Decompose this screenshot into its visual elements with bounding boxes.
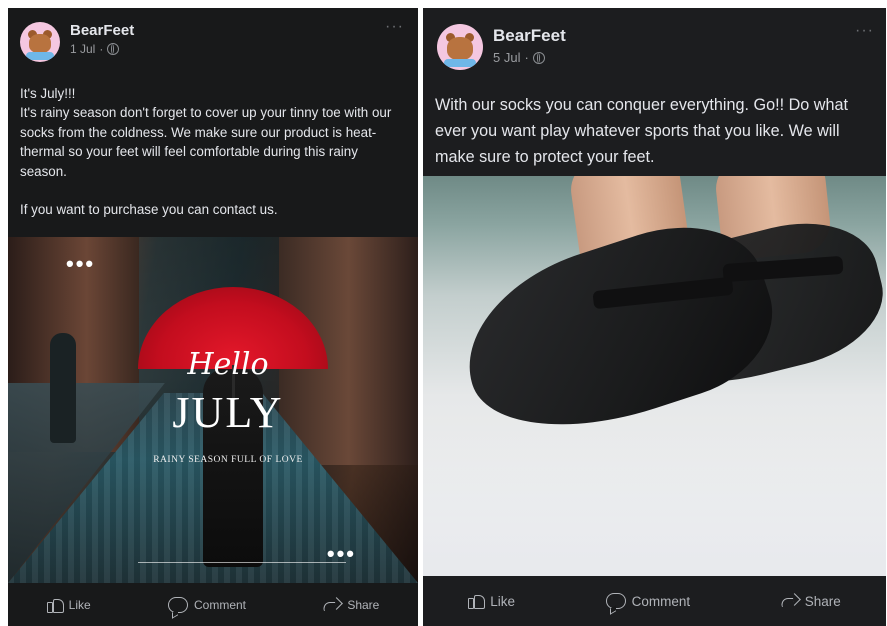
image-subtitle: RAINY SEASON FULL OF LOVE	[153, 455, 303, 465]
comment-button[interactable]: Comment	[167, 597, 246, 613]
like-button[interactable]: Like	[46, 597, 91, 613]
pedestrian-figure	[50, 333, 76, 443]
post-actions: Like Comment Share	[423, 576, 886, 626]
bear-avatar-icon[interactable]	[437, 24, 483, 70]
image-divider	[138, 562, 346, 563]
post-image-july[interactable]: Hello JULY RAINY SEASON FULL OF LOVE •••…	[8, 237, 418, 583]
share-button[interactable]: Share	[781, 594, 841, 609]
thumbs-up-icon	[46, 597, 64, 613]
image-title: JULY	[172, 388, 284, 437]
image-dots-top: •••	[66, 251, 96, 276]
image-hello-text: Hello	[187, 347, 269, 382]
post-date[interactable]: 5 Jul	[493, 50, 520, 65]
post-actions: Like Comment Share	[8, 584, 418, 626]
share-arrow-icon	[781, 594, 799, 608]
post-text: With our socks you can conquer everythin…	[435, 96, 848, 166]
thumbs-up-icon	[468, 593, 486, 609]
share-label: Share	[347, 598, 380, 612]
post-date[interactable]: 1 Jul	[70, 42, 95, 56]
more-options-button[interactable]: ···	[855, 22, 874, 40]
post-header: BearFeet 1 Jul · ···	[8, 8, 418, 66]
post-header: BearFeet 5 Jul · ···	[423, 8, 886, 70]
comment-bubble-icon	[605, 593, 626, 609]
bear-avatar-icon[interactable]	[20, 22, 60, 62]
like-label: Like	[68, 598, 91, 612]
more-options-button[interactable]: ···	[385, 18, 404, 36]
post-text: It's July!!! It's rainy season don't for…	[20, 86, 392, 218]
author-name[interactable]: BearFeet	[493, 26, 566, 46]
comment-button[interactable]: Comment	[605, 593, 691, 609]
share-button[interactable]: Share	[323, 598, 379, 612]
share-label: Share	[804, 593, 841, 609]
like-button[interactable]: Like	[468, 593, 515, 609]
post-meta: 5 Jul ·	[493, 50, 545, 65]
image-dots-bottom: •••	[326, 541, 356, 566]
comment-bubble-icon	[167, 597, 188, 613]
like-label: Like	[490, 593, 516, 609]
comment-label: Comment	[631, 593, 691, 609]
post-card-1: BearFeet 1 Jul · ··· It's July!!! It's r…	[8, 8, 418, 626]
globe-icon	[532, 51, 545, 64]
post-meta: 1 Jul ·	[70, 42, 120, 56]
post-card-2: BearFeet 5 Jul · ··· With our socks you …	[423, 8, 886, 626]
share-arrow-icon	[323, 598, 341, 612]
author-name[interactable]: BearFeet	[70, 22, 134, 39]
post-image-socks[interactable]	[423, 176, 886, 576]
comment-label: Comment	[193, 598, 246, 612]
globe-icon	[107, 43, 120, 55]
